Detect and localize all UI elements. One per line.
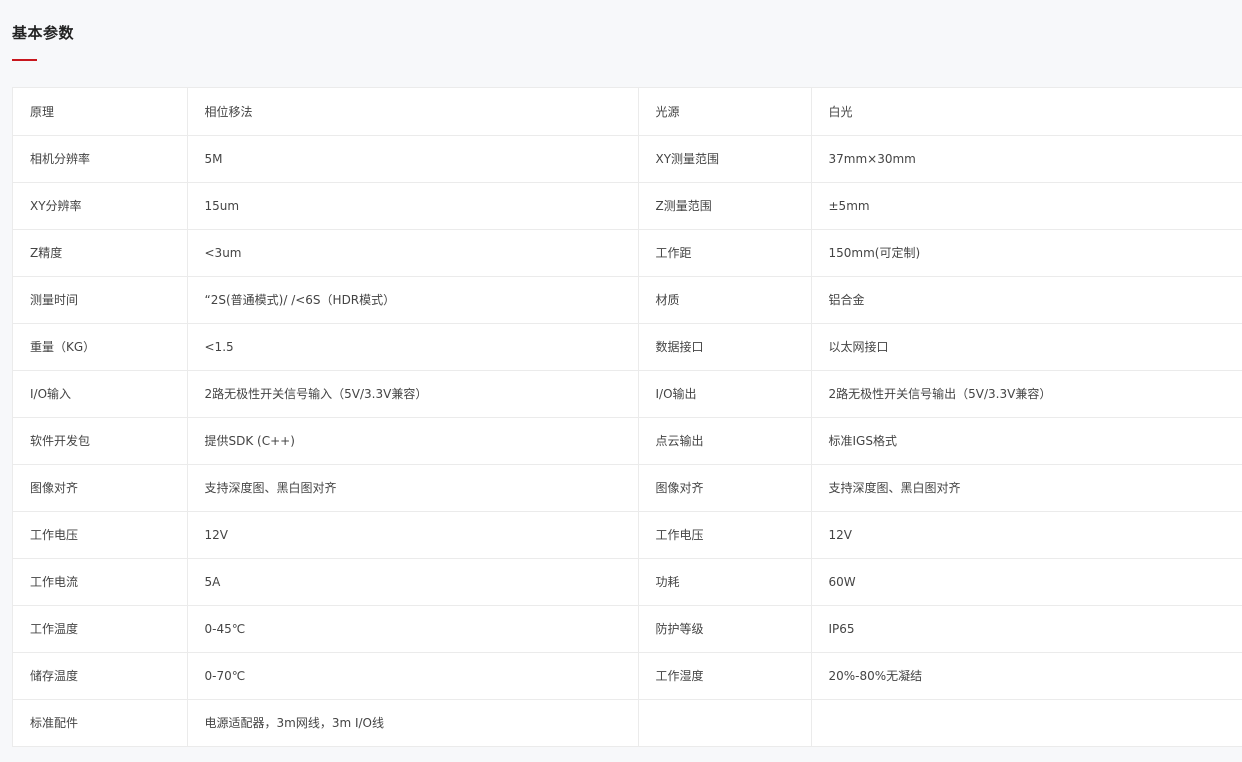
param-value: 电源适配器，3m网线，3m I/O线 [187, 699, 639, 747]
param-label [638, 699, 812, 747]
table-row: 原理 相位移法 光源 白光 [13, 88, 1242, 136]
table-row: 测量时间 “2S(普通模式)/ /<6S（HDR模式） 材质 铝合金 [13, 276, 1242, 324]
param-value: <1.5 [187, 323, 639, 371]
param-label: Z精度 [13, 229, 188, 277]
param-value: 60W [811, 558, 1242, 606]
param-value: 白光 [811, 88, 1242, 136]
param-label: 储存温度 [13, 652, 188, 700]
table-row: 储存温度 0-70℃ 工作湿度 20%-80%无凝结 [13, 652, 1242, 700]
param-label: XY分辨率 [13, 182, 188, 230]
table-row: XY分辨率 15um Z测量范围 ±5mm [13, 182, 1242, 230]
param-value: 0-45℃ [187, 605, 639, 653]
param-value: “2S(普通模式)/ /<6S（HDR模式） [187, 276, 639, 324]
param-value: 2路无极性开关信号输入（5V/3.3V兼容） [187, 370, 639, 418]
param-label: 材质 [638, 276, 812, 324]
spec-page: 基本参数 原理 相位移法 光源 白光 相机分辨率 5M XY测量范围 37mm×30mm XY分… [0, 0, 1242, 762]
param-label: XY测量范围 [638, 135, 812, 183]
param-value [811, 699, 1242, 747]
section-title: 基本参数 [12, 24, 75, 42]
param-value: ±5mm [811, 182, 1242, 230]
param-value: 0-70℃ [187, 652, 639, 700]
param-label: 标准配件 [13, 699, 188, 747]
param-label: 防护等级 [638, 605, 812, 653]
param-label: I/O输入 [13, 370, 188, 418]
param-value: 12V [811, 511, 1242, 559]
param-value: 支持深度图、黑白图对齐 [187, 464, 639, 512]
table-row: I/O输入 2路无极性开关信号输入（5V/3.3V兼容） I/O输出 2路无极性开关信… [13, 370, 1242, 418]
table-row: 相机分辨率 5M XY测量范围 37mm×30mm [13, 135, 1242, 183]
param-value: 20%-80%无凝结 [811, 652, 1242, 700]
param-value: 铝合金 [811, 276, 1242, 324]
param-label: 工作温度 [13, 605, 188, 653]
section-header: 基本参数 [12, 22, 75, 61]
param-label: 测量时间 [13, 276, 188, 324]
table-row: 图像对齐 支持深度图、黑白图对齐 图像对齐 支持深度图、黑白图对齐 [13, 464, 1242, 512]
param-value: IP65 [811, 605, 1242, 653]
param-value: 5M [187, 135, 639, 183]
param-label: 光源 [638, 88, 812, 136]
param-label: Z测量范围 [638, 182, 812, 230]
param-value: 15um [187, 182, 639, 230]
param-label: 工作电压 [638, 511, 812, 559]
param-label: 相机分辨率 [13, 135, 188, 183]
spec-table-wrapper: 原理 相位移法 光源 白光 相机分辨率 5M XY测量范围 37mm×30mm XY分辨率 15u… [12, 87, 1242, 747]
param-label: I/O输出 [638, 370, 812, 418]
table-row: 软件开发包 提供SDK (C++) 点云输出 标准IGS格式 [13, 417, 1242, 465]
param-label: 软件开发包 [13, 417, 188, 465]
param-label: 图像对齐 [638, 464, 812, 512]
param-label: 功耗 [638, 558, 812, 606]
param-value: 支持深度图、黑白图对齐 [811, 464, 1242, 512]
param-label: 工作距 [638, 229, 812, 277]
table-row: Z精度 <3um 工作距 150mm(可定制) [13, 229, 1242, 277]
param-value: 提供SDK (C++) [187, 417, 639, 465]
param-value: 标准IGS格式 [811, 417, 1242, 465]
param-label: 原理 [13, 88, 188, 136]
param-value: 150mm(可定制) [811, 229, 1242, 277]
title-underline [12, 59, 37, 61]
table-row: 标准配件 电源适配器，3m网线，3m I/O线 [13, 699, 1242, 747]
table-row: 工作温度 0-45℃ 防护等级 IP65 [13, 605, 1242, 653]
spec-table-body: 原理 相位移法 光源 白光 相机分辨率 5M XY测量范围 37mm×30mm XY分辨率 15u… [13, 88, 1242, 747]
param-value: 5A [187, 558, 639, 606]
param-value: 2路无极性开关信号输出（5V/3.3V兼容） [811, 370, 1242, 418]
param-label: 点云输出 [638, 417, 812, 465]
param-label: 重量（KG） [13, 323, 188, 371]
param-value: <3um [187, 229, 639, 277]
param-value: 37mm×30mm [811, 135, 1242, 183]
param-label: 工作湿度 [638, 652, 812, 700]
param-value: 相位移法 [187, 88, 639, 136]
table-row: 工作电压 12V 工作电压 12V [13, 511, 1242, 559]
spec-table: 原理 相位移法 光源 白光 相机分辨率 5M XY测量范围 37mm×30mm XY分辨率 15u… [13, 88, 1242, 747]
param-label: 工作电流 [13, 558, 188, 606]
param-label: 数据接口 [638, 323, 812, 371]
param-label: 图像对齐 [13, 464, 188, 512]
param-value: 以太网接口 [811, 323, 1242, 371]
param-value: 12V [187, 511, 639, 559]
table-row: 重量（KG） <1.5 数据接口 以太网接口 [13, 323, 1242, 371]
param-label: 工作电压 [13, 511, 188, 559]
table-row: 工作电流 5A 功耗 60W [13, 558, 1242, 606]
